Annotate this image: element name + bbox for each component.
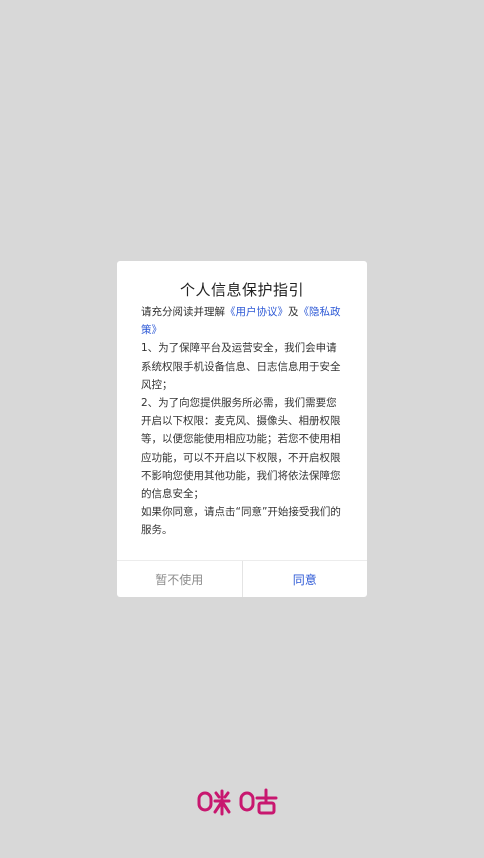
logo-sweep-2 xyxy=(221,801,231,814)
dialog-title: 个人信息保护指引 xyxy=(179,281,304,299)
logo-dot-1 xyxy=(214,791,221,799)
paragraph-permissions: 2、为了向您提供服务所必需，我们需要您开启以下权限：麦克风、摄像头、相册权限等，… xyxy=(141,397,341,501)
intro-and: 及 xyxy=(288,306,299,318)
logo-mouth-right xyxy=(239,791,255,812)
decline-button[interactable]: 暂不使用 xyxy=(117,561,243,597)
logo-mouth-left xyxy=(197,791,213,812)
intro-line: 请充分阅读并理解《用户协议》及《隐私政策》 xyxy=(141,303,345,339)
intro-prefix: 请充分阅读并理解 xyxy=(141,306,225,318)
paragraph-security: 1、为了保障平台及运营安全，我们会申请系统权限手机设备信息、日志信息用于安全风控… xyxy=(141,342,341,391)
logo-sweep-1 xyxy=(213,801,223,814)
paragraph-consent: 如果你同意，请点击“同意”开始接受我们的服务。 xyxy=(141,506,341,537)
user-agreement-link[interactable]: 《用户协议》 xyxy=(225,306,288,318)
dialog-body: 请充分阅读并理解《用户协议》及《隐私政策》 1、为了保障平台及运营安全，我们会申… xyxy=(141,303,345,540)
privacy-dialog: 个人信息保护指引 请充分阅读并理解《用户协议》及《隐私政策》 1、为了保障平台及… xyxy=(117,261,367,597)
migu-logo xyxy=(197,788,278,816)
logo-dot-2 xyxy=(223,791,230,799)
agree-button[interactable]: 同意 xyxy=(243,561,368,597)
logo-box xyxy=(257,801,276,815)
dialog-button-bar: 暂不使用 同意 xyxy=(117,560,367,597)
